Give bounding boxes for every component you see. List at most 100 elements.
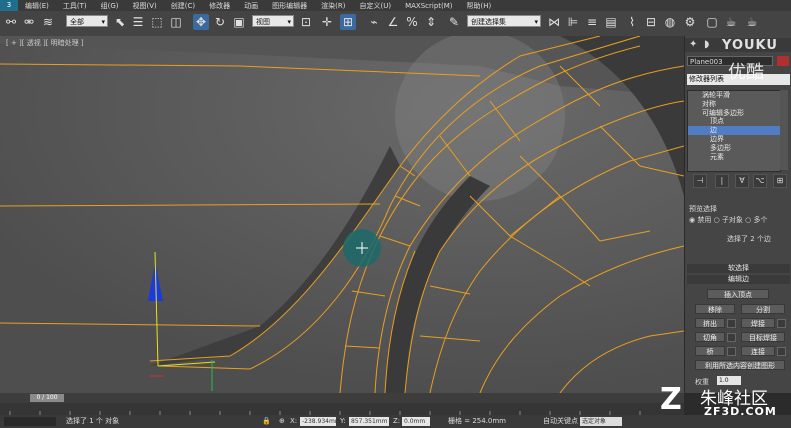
angle-snap-icon[interactable]: ∠: [385, 14, 401, 30]
time-slider-handle[interactable]: 0 / 100: [30, 394, 64, 402]
bind-spacewarp-icon[interactable]: ≋: [40, 14, 56, 30]
y-coordinate-field[interactable]: 857.351mm: [349, 417, 389, 426]
z-coordinate-field[interactable]: 0.0mm: [402, 417, 430, 426]
schematic-view-icon[interactable]: ⊟: [643, 14, 659, 30]
app-logo[interactable]: 3: [0, 0, 18, 11]
select-move-icon[interactable]: ✥: [193, 14, 209, 30]
menu-create[interactable]: 创建(C): [164, 1, 202, 11]
menu-graph-editors[interactable]: 图形编辑器: [265, 1, 314, 11]
select-rotate-icon[interactable]: ↻: [212, 14, 228, 30]
snap-3d-icon[interactable]: ⌁: [366, 14, 382, 30]
stack-scrollbar[interactable]: [780, 90, 788, 170]
weld-button[interactable]: 焊接: [741, 318, 775, 328]
viewport-label[interactable]: [ + ][ 透视 ][ 明暗处理 ]: [6, 38, 84, 48]
named-selection-dropdown[interactable]: 创建选择集: [467, 15, 541, 28]
create-shape-button[interactable]: 利用所选内容创建图形: [695, 360, 785, 370]
select-object-icon[interactable]: ⬉: [112, 14, 128, 30]
extrude-settings-icon[interactable]: [727, 319, 736, 328]
menu-views[interactable]: 视图(V): [126, 1, 164, 11]
extrude-button[interactable]: 挤出: [695, 318, 725, 328]
pin-stack-icon[interactable]: ⊣: [693, 174, 707, 188]
weld-settings-icon[interactable]: [777, 319, 786, 328]
render-production-icon[interactable]: ☕: [723, 14, 739, 30]
insert-vertex-button[interactable]: 插入顶点: [707, 289, 769, 299]
stack-item-vertex[interactable]: 顶点: [688, 117, 780, 126]
target-weld-button[interactable]: 目标焊接: [741, 332, 785, 342]
modify-tab-icon[interactable]: ◗: [704, 39, 709, 50]
ribbon-icon[interactable]: ▤: [603, 14, 619, 30]
x-coordinate-field[interactable]: -238.934mm: [300, 417, 341, 426]
menu-tools[interactable]: 工具(T): [56, 1, 94, 11]
spinner-snap-icon[interactable]: ⇕: [423, 14, 439, 30]
track-bar[interactable]: [0, 403, 684, 415]
radio-subobject[interactable]: ○ 子对象: [714, 216, 743, 224]
configure-sets-icon[interactable]: ⊞: [773, 174, 787, 188]
keyboard-shortcut-icon[interactable]: ⊞: [340, 14, 356, 30]
edit-edges-rollout: 编辑边 插入顶点 移除 分割 挤出 焊接 切角 目标焊接 桥 连接 利用所选内容…: [687, 275, 790, 393]
render-iterative-icon[interactable]: ☕: [744, 14, 760, 30]
menu-customize[interactable]: 自定义(U): [352, 1, 398, 11]
window-crossing-icon[interactable]: ◫: [168, 14, 184, 30]
menu-edit[interactable]: 编辑(E): [18, 1, 56, 11]
radio-disable[interactable]: ◉ 禁用: [689, 216, 711, 224]
object-color-swatch[interactable]: [777, 56, 789, 66]
auto-key-button[interactable]: 自动关键点: [543, 415, 578, 428]
split-button[interactable]: 分割: [741, 304, 785, 314]
reference-coord-dropdown[interactable]: 视图: [252, 15, 294, 28]
chamfer-button[interactable]: 切角: [695, 332, 725, 342]
soft-selection-header[interactable]: 软选择: [687, 264, 790, 273]
menu-group[interactable]: 组(G): [94, 1, 126, 11]
percent-snap-icon[interactable]: %: [404, 14, 420, 30]
stack-item-polygon[interactable]: 多边形: [688, 144, 780, 153]
select-by-name-icon[interactable]: ☰: [130, 14, 146, 30]
stack-item-element[interactable]: 元素: [688, 153, 780, 162]
stack-label: 涡轮平滑: [702, 91, 730, 99]
time-slider-bar[interactable]: 0 / 100: [0, 393, 684, 403]
transform-mode-icon[interactable]: ⊕: [279, 415, 285, 428]
lock-selection-icon[interactable]: 🔒: [262, 415, 271, 428]
curve-editor-icon[interactable]: ⌇: [624, 14, 640, 30]
soft-selection-rollout[interactable]: 软选择: [687, 264, 790, 273]
show-end-result-icon[interactable]: ∣: [715, 174, 729, 188]
perspective-viewport[interactable]: [ + ][ 透视 ][ 明暗处理 ]: [0, 36, 684, 393]
make-unique-icon[interactable]: ∀: [735, 174, 749, 188]
menu-rendering[interactable]: 渲染(R): [314, 1, 352, 11]
rendered-frame-icon[interactable]: ▢: [704, 14, 720, 30]
set-key-filter-dropdown[interactable]: 选定对象: [580, 417, 622, 426]
manipulate-icon[interactable]: ✛: [319, 14, 335, 30]
menu-help[interactable]: 帮助(H): [460, 1, 499, 11]
connect-button[interactable]: 连接: [741, 346, 775, 356]
remove-button[interactable]: 移除: [695, 304, 735, 314]
edit-named-selection-icon[interactable]: ✎: [446, 14, 462, 30]
remove-modifier-icon[interactable]: ⌥: [753, 174, 767, 188]
render-setup-icon[interactable]: ⚙: [682, 14, 698, 30]
pivot-center-icon[interactable]: ⊡: [298, 14, 314, 30]
radio-multi[interactable]: ○ 多个: [745, 216, 767, 224]
link-icon[interactable]: ⚯: [3, 14, 19, 30]
unlink-icon[interactable]: ⚮: [21, 14, 37, 30]
connect-settings-icon[interactable]: [777, 347, 786, 356]
bridge-settings-icon[interactable]: [727, 347, 736, 356]
menu-maxscript[interactable]: MAXScript(M): [398, 2, 459, 10]
menu-modifiers[interactable]: 修改器: [202, 1, 237, 11]
align-icon[interactable]: ⊫: [565, 14, 581, 30]
create-tab-icon[interactable]: ✦: [689, 39, 697, 50]
stack-item-border[interactable]: 边界: [688, 135, 780, 144]
stack-item-symmetry[interactable]: 对称: [688, 100, 780, 109]
stack-item-editable-poly[interactable]: 可编辑多边形: [688, 109, 780, 118]
chamfer-settings-icon[interactable]: [727, 333, 736, 342]
selection-filter-dropdown[interactable]: 全部: [66, 15, 108, 28]
select-scale-icon[interactable]: ▣: [231, 14, 247, 30]
stack-item-edge[interactable]: 边: [688, 126, 780, 135]
maxscript-listener[interactable]: [4, 417, 56, 426]
layer-manager-icon[interactable]: ≡: [584, 14, 600, 30]
mesh-canvas[interactable]: [0, 36, 684, 393]
rect-selection-icon[interactable]: ⬚: [149, 14, 165, 30]
material-editor-icon[interactable]: ◍: [662, 14, 678, 30]
mirror-icon[interactable]: ⋈: [546, 14, 562, 30]
stack-item-turbosmooth[interactable]: 涡轮平滑: [688, 91, 780, 100]
edit-edges-header[interactable]: 编辑边: [687, 275, 790, 284]
menu-bar: 3 编辑(E) 工具(T) 组(G) 视图(V) 创建(C) 修改器 动画 图形…: [0, 0, 791, 11]
menu-animation[interactable]: 动画: [237, 1, 265, 11]
bridge-button[interactable]: 桥: [695, 346, 725, 356]
